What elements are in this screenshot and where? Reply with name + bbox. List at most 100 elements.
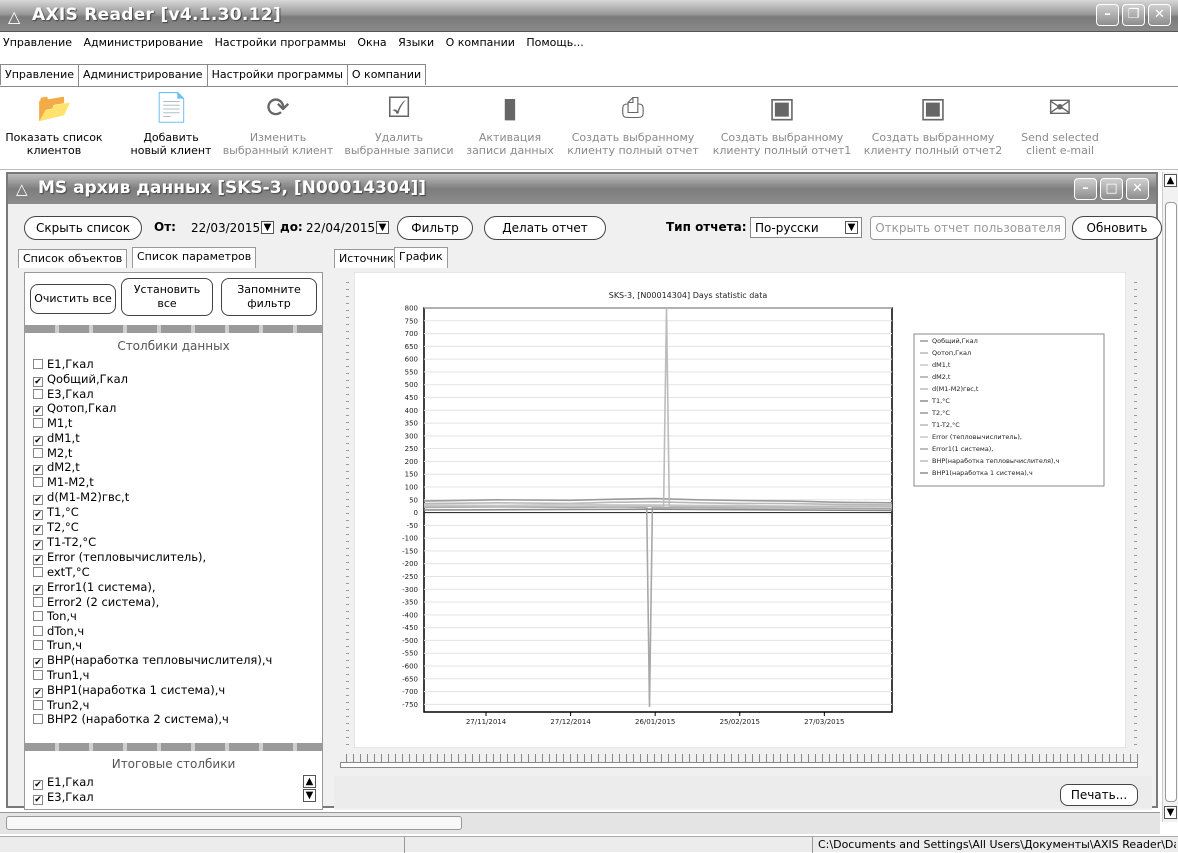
checkbox-checked-icon[interactable]: ✔ xyxy=(33,524,43,535)
checkbox-checked-icon[interactable]: ✔ xyxy=(33,539,43,550)
checkbox-checked-icon[interactable]: ✔ xyxy=(33,435,43,446)
close-icon[interactable]: ✕ xyxy=(1148,4,1171,26)
vertical-scrollbar[interactable]: ▲ ▼ xyxy=(1162,172,1178,822)
parameter-item[interactable]: dTon,ч xyxy=(33,624,322,639)
checkbox-checked-icon[interactable]: ✔ xyxy=(33,406,43,417)
tab-program-settings[interactable]: Настройки программы xyxy=(206,64,348,85)
right-vertical-slider[interactable] xyxy=(1126,276,1144,746)
checkbox-checked-icon[interactable]: ✔ xyxy=(33,376,43,387)
parameter-item[interactable]: ✔ Error1(1 система), xyxy=(33,580,322,595)
checkbox-checked-icon[interactable]: ✔ xyxy=(33,584,43,595)
full-report-button[interactable]: ⎙ Создать выбранному клиенту полный отче… xyxy=(562,87,704,169)
checkbox-icon[interactable] xyxy=(33,566,43,577)
menu-item[interactable]: Окна xyxy=(354,33,391,49)
parameter-item[interactable]: ✔ Qобщий,Гкал xyxy=(33,372,322,387)
tab-objects-list[interactable]: Список объектов xyxy=(18,249,128,268)
parameter-item[interactable]: ✔ T2,°C xyxy=(33,520,322,535)
checkbox-icon[interactable] xyxy=(33,359,43,369)
open-user-report-button[interactable]: Открыть отчет пользователя xyxy=(870,216,1066,240)
checkbox-icon[interactable] xyxy=(33,625,43,636)
horizontal-scrollbar[interactable] xyxy=(0,812,1160,834)
make-report-button[interactable]: Делать отчет xyxy=(484,216,606,240)
report-type-select[interactable]: По-русски ▼ xyxy=(750,217,862,238)
remember-filter-button[interactable]: Запомните фильтр xyxy=(221,278,317,316)
checkbox-checked-icon[interactable]: ✔ xyxy=(33,795,43,805)
checkbox-icon[interactable] xyxy=(33,596,43,607)
scroll-up-icon[interactable]: ▲ xyxy=(303,775,316,788)
menu-item[interactable]: О компании xyxy=(443,33,520,49)
checkbox-checked-icon[interactable]: ✔ xyxy=(33,509,43,520)
menu-item[interactable]: Администрирование xyxy=(81,33,209,49)
full-report2-button[interactable]: ▣ Создать выбранному клиенту полный отче… xyxy=(858,87,1008,169)
parameter-item[interactable]: ✔ Error (тепловычислитель), xyxy=(33,550,322,565)
parameter-item[interactable]: M2,t xyxy=(33,446,322,461)
edit-client-button[interactable]: ⟳ Изменить выбранный клиент xyxy=(220,87,336,169)
from-date-dropdown-icon[interactable]: ▼ xyxy=(261,221,274,234)
scroll-up-icon[interactable]: ▲ xyxy=(1164,174,1177,187)
tab-management[interactable]: Управление xyxy=(0,64,80,85)
parameter-item[interactable]: ВНР2 (наработка 2 система),ч xyxy=(33,712,322,727)
parameter-item[interactable]: E1,Гкал xyxy=(33,357,322,372)
checkbox-checked-icon[interactable]: ✔ xyxy=(33,465,43,476)
parameter-item[interactable]: ✔ T1,°C xyxy=(33,505,322,520)
hide-list-button[interactable]: Скрыть список xyxy=(24,216,142,240)
checkbox-icon[interactable] xyxy=(33,447,43,458)
parameter-item[interactable]: ✔ ВНР1(наработка 1 система),ч xyxy=(33,683,322,698)
menu-item[interactable]: Языки xyxy=(395,33,439,49)
checkbox-checked-icon[interactable]: ✔ xyxy=(33,687,43,698)
checkbox-icon[interactable] xyxy=(33,388,43,399)
minimize-icon[interactable]: – xyxy=(1074,178,1097,200)
activate-records-button[interactable]: ▮ Активация записи данных xyxy=(462,87,558,169)
checkbox-checked-icon[interactable]: ✔ xyxy=(33,780,43,790)
tab-source[interactable]: Источник xyxy=(334,249,399,268)
from-date-field[interactable]: 22/03/2015 xyxy=(191,218,260,238)
parameter-item[interactable]: ✔ Qотоп,Гкал xyxy=(33,401,322,417)
parameter-item[interactable]: M1-M2,t xyxy=(33,475,322,490)
checkbox-icon[interactable] xyxy=(33,611,43,622)
parameter-item[interactable]: ✔ E3,Гкал xyxy=(33,790,285,805)
parameter-item[interactable]: Trun1,ч xyxy=(33,668,322,683)
refresh-button[interactable]: Обновить xyxy=(1072,216,1162,240)
add-client-button[interactable]: 📄 Добавить новый клиент xyxy=(124,87,218,169)
close-icon[interactable]: ✕ xyxy=(1126,178,1149,200)
parameter-item[interactable]: ✔ d(M1-M2)гвс,t xyxy=(33,490,322,505)
checkbox-icon[interactable] xyxy=(33,699,43,710)
tab-graph[interactable]: График xyxy=(394,247,448,268)
menu-item[interactable]: Помощь... xyxy=(523,33,588,49)
send-email-button[interactable]: ✉ Send selected client e-mail xyxy=(1010,87,1110,169)
tab-parameters-list[interactable]: Список параметров xyxy=(132,247,257,268)
parameter-item[interactable]: ✔ dM1,t xyxy=(33,431,322,446)
to-date-field[interactable]: 22/04/2015 xyxy=(306,218,375,238)
scroll-down-icon[interactable]: ▼ xyxy=(303,789,316,802)
tab-about[interactable]: О компании xyxy=(346,64,427,85)
restore-icon[interactable]: ❐ xyxy=(1122,4,1145,26)
parameter-item[interactable]: E3,Гкал xyxy=(33,387,322,402)
parameter-item[interactable]: Trun2,ч xyxy=(33,698,322,713)
parameter-item[interactable]: ✔ ВНР(наработка тепловычислителя),ч xyxy=(33,653,322,668)
scrollbar-thumb[interactable] xyxy=(6,816,462,830)
full-report1-button[interactable]: ▣ Создать выбранному клиенту полный отче… xyxy=(708,87,856,169)
filter-button[interactable]: Фильтр xyxy=(397,216,473,240)
scrollbar-thumb[interactable] xyxy=(1165,202,1177,802)
horizontal-slider[interactable] xyxy=(340,762,1138,768)
parameter-item[interactable]: Error2 (2 система), xyxy=(33,595,322,610)
minimize-icon[interactable]: – xyxy=(1096,4,1119,26)
menu-item[interactable]: Управление xyxy=(0,33,77,49)
checkbox-icon[interactable] xyxy=(33,669,43,680)
checkbox-icon[interactable] xyxy=(33,640,43,651)
checkbox-checked-icon[interactable]: ✔ xyxy=(33,657,43,668)
parameter-item[interactable]: Ton,ч xyxy=(33,609,322,624)
checkbox-icon[interactable] xyxy=(33,418,43,429)
set-all-button[interactable]: Установить все xyxy=(121,278,213,316)
parameter-item[interactable]: M1,t xyxy=(33,416,322,431)
parameter-item[interactable]: ✔ T1-T2,°C xyxy=(33,535,322,550)
to-date-dropdown-icon[interactable]: ▼ xyxy=(376,221,389,234)
scroll-down-icon[interactable]: ▼ xyxy=(1164,806,1177,819)
parameter-item[interactable]: ✔ E1,Гкал xyxy=(33,775,285,790)
parameter-item[interactable]: Trun,ч xyxy=(33,638,322,653)
show-clients-button[interactable]: 📂 Показать список клиентов xyxy=(2,87,106,169)
print-button[interactable]: Печать... xyxy=(1060,784,1138,806)
parameter-item[interactable]: ✔ dM2,t xyxy=(33,460,322,476)
tab-administration[interactable]: Администрирование xyxy=(78,64,208,87)
checkbox-checked-icon[interactable]: ✔ xyxy=(33,494,43,505)
